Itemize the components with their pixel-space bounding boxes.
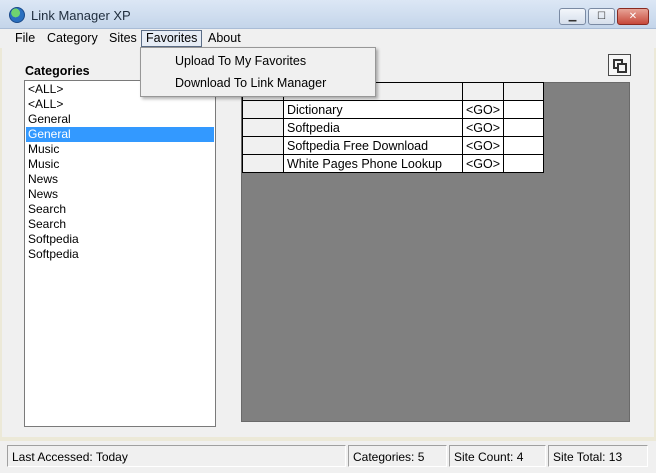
table-row[interactable]: Softpedia <GO> [242, 118, 545, 137]
empty-cell [503, 118, 545, 137]
list-item[interactable]: Music [26, 142, 214, 157]
window-stack-icon [617, 63, 627, 73]
globe-icon [9, 7, 25, 23]
go-button[interactable]: <GO> [461, 136, 505, 155]
maximize-button[interactable]: ☐ [588, 8, 615, 25]
table-row[interactable]: Softpedia Free Download <GO> [242, 136, 545, 155]
menu-category[interactable]: Category [43, 30, 102, 47]
site-name-cell[interactable]: White Pages Phone Lookup [283, 154, 463, 173]
categories-label: Categories [25, 64, 90, 78]
favorites-dropdown: Upload To My Favorites Download To Link … [140, 47, 376, 97]
grid-header-cell [461, 82, 505, 101]
empty-cell [503, 154, 545, 173]
list-item[interactable]: Softpedia [26, 232, 214, 247]
table-row[interactable]: Dictionary <GO> [242, 100, 545, 119]
list-item[interactable]: News [26, 172, 214, 187]
row-header-cell[interactable] [242, 118, 284, 137]
list-item-selected[interactable]: General [26, 127, 214, 142]
menu-about[interactable]: About [204, 30, 245, 47]
menu-file[interactable]: File [11, 30, 39, 47]
status-site-total: Site Total: 13 [548, 445, 648, 467]
list-item[interactable]: Music [26, 157, 214, 172]
menu-item-download-link-manager[interactable]: Download To Link Manager [175, 76, 326, 90]
status-last-accessed: Last Accessed: Today [7, 445, 346, 467]
list-item[interactable]: Search [26, 202, 214, 217]
empty-cell [503, 100, 545, 119]
empty-cell [503, 136, 545, 155]
site-name-cell[interactable]: Softpedia Free Download [283, 136, 463, 155]
go-button[interactable]: <GO> [461, 154, 505, 173]
list-item[interactable]: Search [26, 217, 214, 232]
go-button[interactable]: <GO> [461, 118, 505, 137]
list-item[interactable]: Softpedia [26, 247, 214, 262]
list-item[interactable]: News [26, 187, 214, 202]
menu-bar: File Category Sites Favorites About [0, 29, 656, 48]
status-categories: Categories: 5 [348, 445, 447, 467]
categories-list[interactable]: <ALL> <ALL> General General Music Music … [24, 80, 216, 427]
row-header-cell[interactable] [242, 136, 284, 155]
list-item[interactable]: <ALL> [26, 97, 214, 112]
window-title: Link Manager XP [31, 8, 131, 23]
grid-header-cell [503, 82, 545, 101]
list-item[interactable]: General [26, 112, 214, 127]
restore-view-button[interactable] [608, 54, 631, 76]
menu-item-upload-favorites[interactable]: Upload To My Favorites [175, 54, 306, 68]
table-row[interactable]: White Pages Phone Lookup <GO> [242, 154, 545, 173]
status-bar: Last Accessed: Today Categories: 5 Site … [0, 441, 656, 473]
title-bar: Link Manager XP ▁ ☐ ✕ [0, 0, 656, 29]
row-header-cell[interactable] [242, 100, 284, 119]
menu-sites[interactable]: Sites [105, 30, 141, 47]
row-header-cell[interactable] [242, 154, 284, 173]
site-name-cell[interactable]: Softpedia [283, 118, 463, 137]
close-button[interactable]: ✕ [617, 8, 649, 25]
site-name-cell[interactable]: Dictionary [283, 100, 463, 119]
minimize-button[interactable]: ▁ [559, 8, 586, 25]
go-button[interactable]: <GO> [461, 100, 505, 119]
menu-favorites[interactable]: Favorites [141, 30, 203, 47]
status-site-count: Site Count: 4 [449, 445, 546, 467]
